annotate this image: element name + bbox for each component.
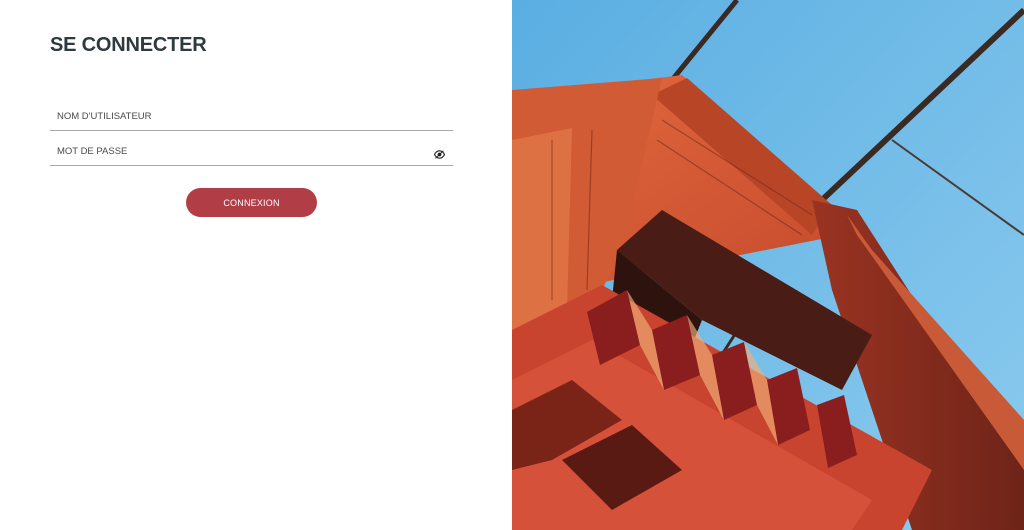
login-page: SE CONNECTER CONNEXION bbox=[0, 0, 1024, 530]
login-button[interactable]: CONNEXION bbox=[186, 188, 317, 217]
page-title: SE CONNECTER bbox=[50, 34, 207, 56]
login-panel: SE CONNECTER CONNEXION bbox=[0, 0, 512, 530]
hero-image bbox=[512, 0, 1024, 530]
password-input[interactable] bbox=[50, 139, 427, 163]
eye-icon[interactable] bbox=[433, 146, 446, 159]
password-field bbox=[50, 139, 453, 166]
username-input[interactable] bbox=[50, 104, 427, 128]
username-field bbox=[50, 104, 453, 131]
bridge-tower-illustration bbox=[512, 0, 1024, 530]
